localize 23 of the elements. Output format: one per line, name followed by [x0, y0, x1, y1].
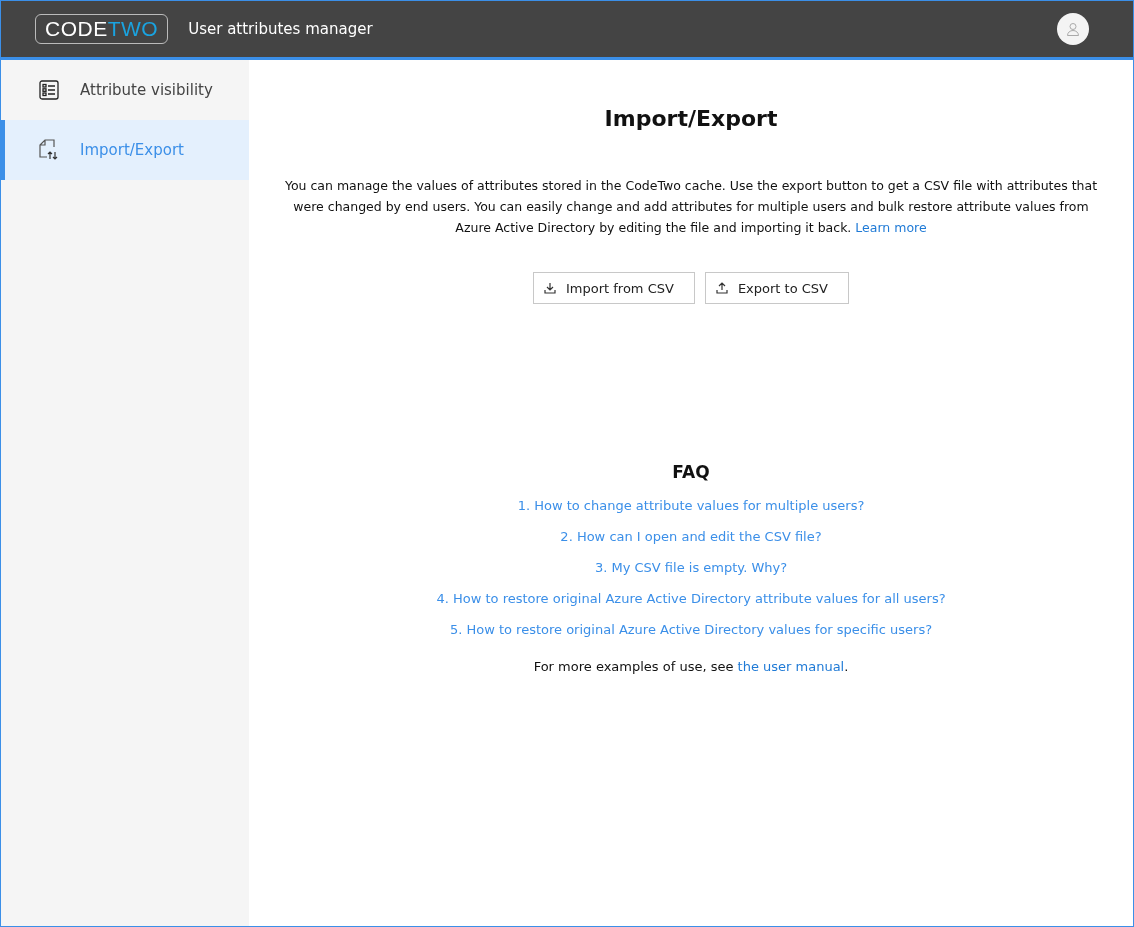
description-text: You can manage the values of attributes stored in the CodeTwo cache. Use the export button to get a CSV file with attributes that were changed by end users. You can easily change and add attributes for multiple users and bulk restore attribute values from Azure Active Directory by editing the file and importing it back. Learn more: [283, 177, 1099, 237]
export-button[interactable]: Export to CSV: [704, 272, 849, 304]
file-arrows-icon: [38, 139, 60, 161]
page-heading: Import/Export: [604, 106, 778, 131]
faq-link[interactable]: 5. How to restore original Azure Active Directory values for specific users?: [449, 620, 933, 639]
faq-link[interactable]: 4. How to restore original Azure Active Directory attribute values for all users?: [436, 589, 946, 608]
sidebar-item[interactable]: Attribute visibility: [1, 60, 249, 120]
faq-link[interactable]: 1. How to change attribute values for multiple users?: [517, 496, 865, 515]
user-avatar[interactable]: [1057, 13, 1089, 45]
faq-heading: FAQ: [672, 462, 710, 482]
footer-text: For more examples of use, see the user manual.: [533, 659, 849, 674]
learn-more-link[interactable]: Learn more: [855, 220, 927, 235]
faq-link[interactable]: 3. My CSV file is empty. Why?: [594, 558, 788, 577]
download-icon: [544, 282, 556, 294]
brand-logo: CODETWO: [35, 14, 169, 44]
upload-icon: [715, 282, 728, 294]
sidebar-item[interactable]: Import/Export: [1, 120, 249, 180]
import-button[interactable]: Import from CSV: [533, 272, 695, 304]
faq-link[interactable]: 2. How can I open and edit the CSV file?: [560, 527, 822, 546]
user-manual-link[interactable]: the user manual: [737, 659, 845, 674]
list-icon: [39, 80, 59, 100]
app-title: User attributes manager: [188, 20, 374, 38]
user-icon: [1066, 22, 1080, 36]
